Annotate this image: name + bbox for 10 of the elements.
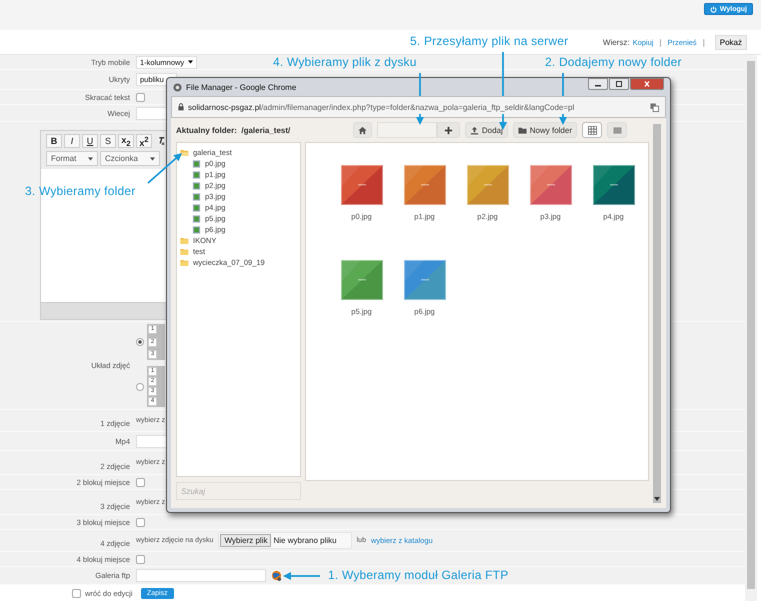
window-title: File Manager - Google Chrome — [186, 82, 298, 92]
row-actions-label: Wiersz: — [602, 38, 630, 46]
annotation-label: 3. Wybieramy folder — [25, 184, 136, 198]
current-folder-text: Aktualny folder: /galeria_test/ — [176, 126, 290, 134]
annotation-label: 5. Przesyłamy plik na serwer — [410, 34, 568, 48]
annotation-label: 2. Dodajemy nowy folder — [545, 55, 682, 69]
annotation-label: 4. Wybieramy plik z dysku — [273, 55, 417, 69]
annotation-label: 1. Wyberamy moduł Galeria FTP — [328, 568, 508, 582]
separator-text: | — [659, 38, 662, 46]
separator-text: | — [702, 38, 705, 46]
